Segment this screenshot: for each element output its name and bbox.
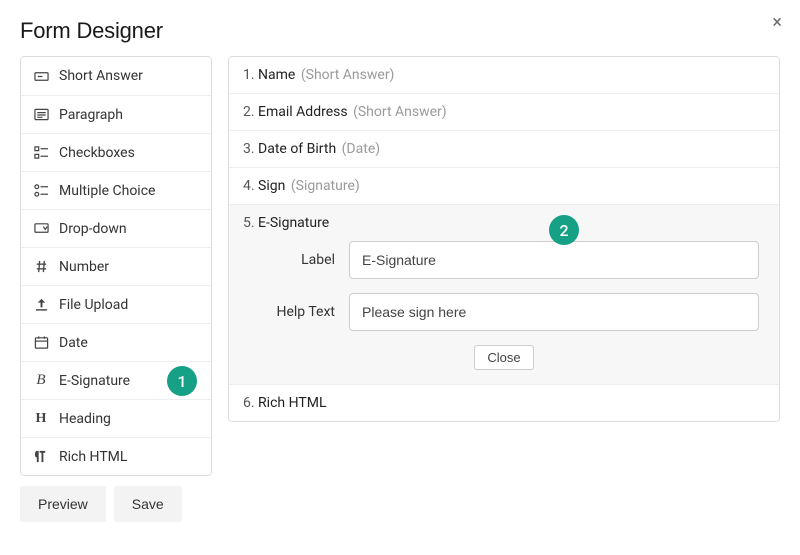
palette-item-label: Rich HTML [59, 449, 127, 465]
editor-close-button[interactable]: Close [474, 345, 533, 370]
close-icon[interactable]: × [772, 14, 782, 32]
palette-item-multiple-choice[interactable]: Multiple Choice [21, 171, 211, 209]
palette-item-label: Drop-down [59, 221, 127, 237]
page-title: Form Designer [20, 18, 780, 44]
palette-item-rich-html[interactable]: Rich HTML [21, 437, 211, 475]
rich-html-icon [33, 449, 49, 465]
step-badge-1: 1 [167, 366, 197, 396]
step-badge-2: 2 [549, 215, 579, 245]
palette-item-label: Date [59, 335, 88, 351]
palette-item-label: Short Answer [59, 68, 143, 84]
signature-icon: B [33, 373, 49, 389]
field-editor: Label 2 Help Text Close [243, 231, 765, 370]
palette-item-label: File Upload [59, 297, 128, 313]
palette-item-file-upload[interactable]: File Upload [21, 285, 211, 323]
editor-label-input[interactable] [349, 241, 759, 279]
palette-item-label: E-Signature [59, 373, 130, 389]
multiple-choice-icon [33, 183, 49, 199]
preview-button[interactable]: Preview [20, 486, 106, 522]
heading-icon: H [33, 411, 49, 427]
palette-item-label: Paragraph [59, 107, 123, 123]
field-row[interactable]: 6. Rich HTML [229, 384, 779, 421]
paragraph-icon [33, 107, 49, 123]
field-row[interactable]: 3. Date of Birth (Date) [229, 130, 779, 167]
short-answer-icon [33, 68, 49, 84]
checkboxes-icon [33, 145, 49, 161]
palette-item-label: Number [59, 259, 109, 275]
field-palette: Short Answer Paragraph [20, 56, 212, 476]
palette-item-e-signature[interactable]: B E-Signature 1 [21, 361, 211, 399]
form-canvas: 1. Name (Short Answer) 2. Email Address … [228, 56, 780, 422]
palette-item-label: Checkboxes [59, 145, 135, 161]
palette-item-checkboxes[interactable]: Checkboxes [21, 133, 211, 171]
field-row[interactable]: 2. Email Address (Short Answer) [229, 93, 779, 130]
field-row[interactable]: 1. Name (Short Answer) [229, 57, 779, 93]
date-icon [33, 335, 49, 351]
number-icon [33, 259, 49, 275]
save-button[interactable]: Save [114, 486, 182, 522]
palette-item-short-answer[interactable]: Short Answer [21, 57, 211, 95]
palette-item-number[interactable]: Number [21, 247, 211, 285]
palette-item-drop-down[interactable]: Drop-down [21, 209, 211, 247]
field-row[interactable]: 4. Sign (Signature) [229, 167, 779, 204]
palette-item-label: Heading [59, 411, 111, 427]
palette-item-date[interactable]: Date [21, 323, 211, 361]
field-row-expanded[interactable]: 5. E-Signature Label 2 Help Text Close [229, 204, 779, 384]
editor-help-label: Help Text [249, 304, 349, 320]
palette-item-paragraph[interactable]: Paragraph [21, 95, 211, 133]
editor-help-input[interactable] [349, 293, 759, 331]
upload-icon [33, 297, 49, 313]
palette-item-label: Multiple Choice [59, 183, 155, 199]
dropdown-icon [33, 221, 49, 237]
editor-label-label: Label [249, 252, 349, 268]
palette-item-heading[interactable]: H Heading [21, 399, 211, 437]
